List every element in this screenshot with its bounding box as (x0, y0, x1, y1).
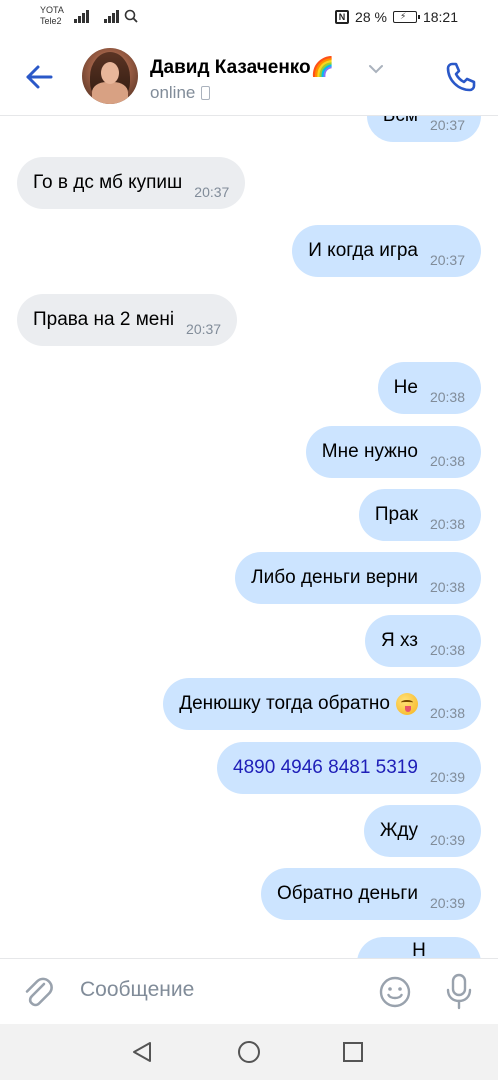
message-text: Го в дс мб купиш (33, 172, 183, 193)
message-bubble-outgoing[interactable]: Либо деньги верни 20:38 (235, 552, 481, 604)
signal-icon (74, 9, 89, 23)
message-bubble-outgoing[interactable]: 4890 4946 8481 5319 20:39 (217, 742, 481, 794)
nav-recents-icon[interactable] (342, 1041, 364, 1063)
message-text: Либо деньги верни (251, 567, 418, 588)
message-bubble-outgoing[interactable]: Денюшку тогда обратно 20:38 (163, 678, 481, 730)
message-bubble-outgoing[interactable]: Обратно деньги 20:39 (260, 868, 481, 920)
paperclip-icon[interactable] (22, 975, 54, 1009)
message-time: 20:38 (429, 579, 465, 595)
message-time: 20:38 (429, 389, 465, 405)
message-time: 20:37 (194, 184, 230, 200)
nav-home-icon[interactable] (236, 1040, 262, 1066)
carrier-1: YOTA (40, 5, 64, 15)
message-text: Бсм (383, 116, 418, 127)
message-time: 20:38 (429, 453, 465, 469)
chat-header: Давид Казаченко🌈 online (0, 36, 498, 116)
message-bubble-incoming[interactable]: Права на 2 мені 20:37 (17, 294, 238, 346)
nfc-icon: N (335, 10, 350, 24)
message-text: Обратно деньги (276, 883, 418, 904)
message-text: Жду (379, 820, 418, 841)
message-bubble-incoming[interactable]: Го в дс мб купиш 20:37 (17, 157, 246, 209)
message-text: Я хз (380, 630, 418, 651)
message-time: 20:37 (429, 117, 465, 133)
search-icon (124, 9, 138, 23)
card-number-link[interactable]: 4890 4946 8481 5319 (233, 757, 418, 779)
message-bubble-outgoing[interactable]: Н (357, 937, 481, 958)
message-text: И когда игра (308, 240, 418, 261)
message-time: 20:39 (429, 832, 465, 848)
status-bar: YOTA Tele2 N 28 % ⚡ 18:21 (0, 0, 498, 36)
message-bubble-outgoing[interactable]: Я хз 20:38 (364, 615, 481, 667)
battery-percent: 28 % (355, 9, 387, 25)
arrow-left-icon[interactable] (22, 60, 56, 94)
smiley-icon[interactable] (378, 975, 412, 1009)
clock: 18:21 (422, 9, 458, 25)
carrier-2: Tele2 (40, 16, 62, 26)
microphone-icon[interactable] (444, 973, 474, 1011)
nav-back-icon[interactable] (130, 1040, 154, 1064)
yum-emoji-icon (395, 693, 418, 715)
battery-icon: ⚡ (392, 11, 420, 23)
message-text: Денюшку тогда обратно (179, 693, 390, 714)
message-bubble-outgoing[interactable]: Прак 20:38 (358, 489, 481, 541)
status-right: N 28 % ⚡ 18:21 (335, 9, 458, 25)
message-bubble-outgoing[interactable]: Не 20:38 (377, 362, 481, 414)
message-bubble-outgoing[interactable]: Жду 20:39 (363, 805, 481, 857)
contact-name[interactable]: Давид Казаченко🌈 (150, 55, 334, 79)
phone-icon[interactable] (444, 60, 478, 94)
carrier-labels: YOTA Tele2 (40, 5, 64, 27)
signal-icon (104, 9, 119, 23)
message-time: 20:38 (429, 516, 465, 532)
message-text: Мне нужно (321, 441, 418, 462)
message-time: 20:37 (186, 321, 222, 337)
message-list[interactable]: Бсм 20:37 Го в дс мб купиш 20:37 И когда… (0, 116, 498, 958)
message-time: 20:38 (429, 705, 465, 721)
message-text: Не (393, 377, 418, 398)
status-text: online (150, 83, 196, 102)
message-bubble-outgoing[interactable]: Бсм 20:37 (366, 116, 481, 142)
message-time: 20:37 (429, 252, 465, 268)
message-text: Н (412, 940, 426, 958)
message-text: Прак (374, 504, 418, 525)
message-time: 20:38 (429, 642, 465, 658)
message-text: Права на 2 мені (33, 309, 175, 330)
contact-status: online (150, 83, 211, 103)
message-composer (0, 958, 498, 1024)
message-bubble-outgoing[interactable]: Мне нужно 20:38 (305, 426, 481, 478)
message-input[interactable] (80, 978, 360, 1002)
message-time: 20:39 (429, 769, 465, 785)
avatar[interactable] (82, 48, 138, 104)
system-nav-bar (0, 1024, 498, 1080)
mobile-icon (201, 86, 211, 100)
chevron-down-icon[interactable] (368, 64, 384, 74)
message-time: 20:39 (429, 895, 465, 911)
message-bubble-outgoing[interactable]: И когда игра 20:37 (292, 225, 481, 277)
